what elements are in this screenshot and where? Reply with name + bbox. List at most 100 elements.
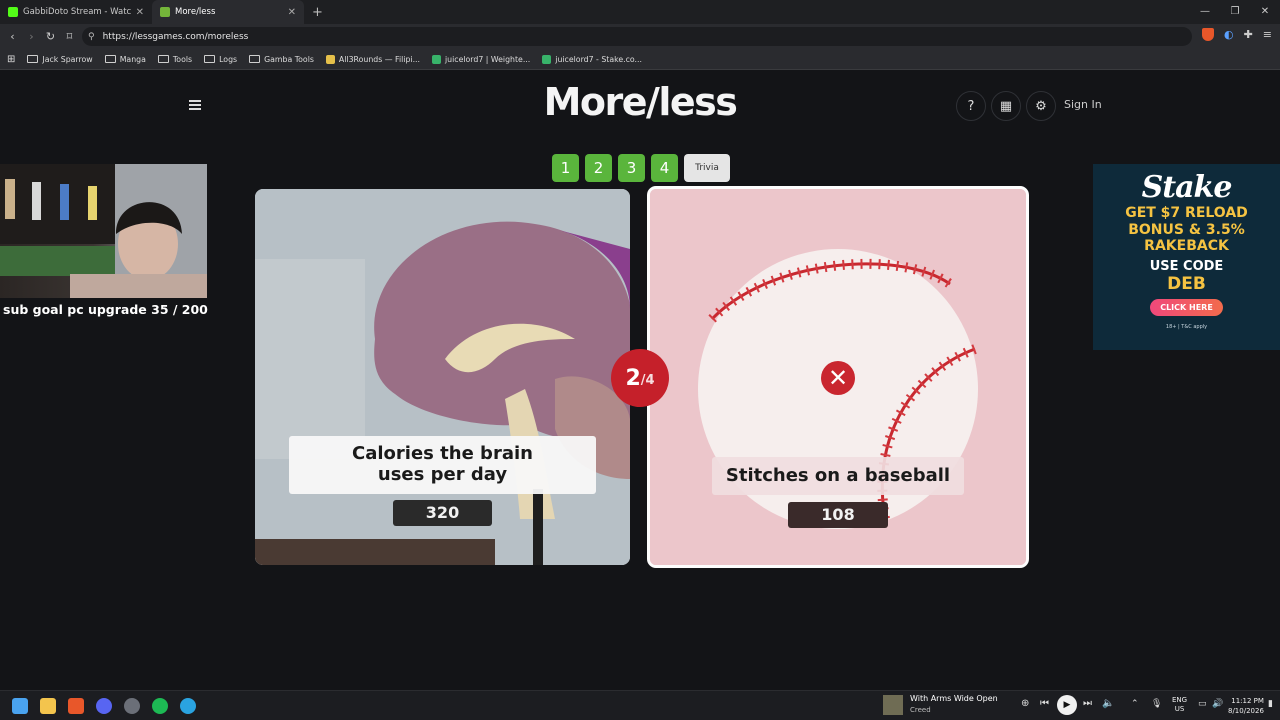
bookmark-label: juicelord7 - Stake.co... xyxy=(555,54,642,64)
region-code: US xyxy=(1174,705,1185,713)
discord-icon[interactable] xyxy=(96,698,112,714)
previous-track-icon[interactable]: ⏮ xyxy=(1040,698,1049,709)
extensions-icon[interactable]: ✚ xyxy=(1244,28,1253,41)
back-arrow-icon[interactable]: ‹ xyxy=(3,30,22,43)
brave-shield-icon[interactable] xyxy=(1201,28,1214,41)
bookmark-icon[interactable]: ⌑ xyxy=(60,30,79,43)
moreless-favicon-icon xyxy=(160,7,170,17)
stand-pole xyxy=(533,489,543,565)
left-card-label-line: uses per day xyxy=(377,464,508,485)
browser-tab-moreless[interactable]: More/less ✕ xyxy=(152,0,304,24)
site-info-icon[interactable]: ⚲ xyxy=(88,32,95,42)
tab-title: GabbiDoto Stream - Watch Live o xyxy=(23,7,131,17)
site-favicon-icon xyxy=(542,54,552,64)
stake-ad-banner[interactable]: Stake GET $7 RELOAD BONUS & 3.5% RAKEBAC… xyxy=(1093,164,1280,350)
play-icon: ▶ xyxy=(1063,700,1071,710)
system-clock[interactable]: 11:12 PM 8/10/2026 xyxy=(1228,696,1264,716)
new-tab-button[interactable]: + xyxy=(312,5,323,20)
gear-icon: ⚙ xyxy=(1035,98,1047,114)
chevron-up-icon[interactable]: ⌃ xyxy=(1131,699,1139,709)
stand-base xyxy=(255,539,495,565)
round-tab-trivia[interactable]: Trivia xyxy=(684,154,730,182)
bookmark-link[interactable]: juicelord7 | Weighte... xyxy=(432,54,530,64)
shelf xyxy=(0,164,115,244)
ad-use-code: USE CODE xyxy=(1149,258,1224,274)
bookmark-folder[interactable]: Jack Sparrow xyxy=(27,54,93,64)
apps-grid-icon[interactable]: ⊞ xyxy=(7,54,15,65)
microphone-icon[interactable]: 🎙 xyxy=(1151,699,1162,709)
bookmark-label: Gamba Tools xyxy=(264,54,314,64)
question-icon: ? xyxy=(967,98,975,114)
url-field[interactable]: ⚲ https://lessgames.com/moreless xyxy=(82,27,1192,46)
spotify-icon[interactable] xyxy=(152,698,168,714)
folder-icon xyxy=(104,55,116,63)
figure xyxy=(32,182,41,220)
forward-arrow-icon[interactable]: › xyxy=(22,30,41,43)
webcam-feed xyxy=(0,164,207,298)
close-window-button[interactable]: ✕ xyxy=(1250,0,1280,24)
ad-fine-print: 18+ | T&C apply xyxy=(1165,323,1208,330)
bookmark-label: All3Rounds — Filipi... xyxy=(338,54,421,64)
folder-icon xyxy=(249,55,261,63)
close-tab-icon[interactable]: ✕ xyxy=(288,7,296,18)
settings-button[interactable]: ⚙ xyxy=(1026,91,1056,121)
bookmark-label: Jack Sparrow xyxy=(42,54,93,64)
folder-icon xyxy=(27,55,39,63)
bookmark-folder[interactable]: Manga xyxy=(104,54,146,64)
extension-icons: ◐ ✚ ≡ xyxy=(1201,28,1272,41)
sign-in-link[interactable]: Sign In xyxy=(1064,98,1102,111)
browser-menu-icon[interactable]: ≡ xyxy=(1263,28,1272,41)
round-tab-1[interactable]: 1 xyxy=(552,154,579,182)
minimize-button[interactable]: — xyxy=(1190,0,1220,24)
round-tab-3[interactable]: 3 xyxy=(618,154,645,182)
brave-browser-icon[interactable] xyxy=(68,698,84,714)
display-icon[interactable]: ▭ xyxy=(1198,699,1207,709)
tab-title: More/less xyxy=(175,7,216,17)
add-to-playlist-icon[interactable]: ⊕ xyxy=(1021,698,1029,709)
bookmark-folder[interactable]: Gamba Tools xyxy=(249,55,314,64)
figure xyxy=(60,184,69,220)
ad-click-here-button[interactable]: CLICK HERE xyxy=(1150,298,1223,316)
bookmark-link[interactable]: All3Rounds — Filipi... xyxy=(325,54,421,64)
ad-line: RAKEBACK xyxy=(1144,238,1229,254)
file-explorer-icon[interactable] xyxy=(40,698,56,714)
calendar-button[interactable]: ▦ xyxy=(991,91,1021,121)
right-card-value: 108 xyxy=(788,502,888,528)
bookmark-folder[interactable]: Tools xyxy=(157,54,193,64)
now-playing-widget[interactable]: With Arms Wide Open Creed xyxy=(883,693,1013,717)
maximize-button[interactable]: ❐ xyxy=(1220,0,1250,24)
left-question-card[interactable]: Calories the brain uses per day 320 xyxy=(255,189,630,565)
help-button[interactable]: ? xyxy=(956,91,986,121)
play-button[interactable]: ▶ xyxy=(1057,695,1077,715)
folder-icon xyxy=(204,55,216,63)
bookmark-label: Tools xyxy=(172,54,193,64)
notification-icon[interactable]: ▮ xyxy=(1268,699,1273,709)
windows-start-icon[interactable] xyxy=(12,698,28,714)
left-card-value: 320 xyxy=(393,500,492,526)
reload-icon[interactable]: ↻ xyxy=(41,30,60,43)
round-tab-2[interactable]: 2 xyxy=(585,154,612,182)
bookmark-label: Manga xyxy=(119,54,146,64)
bookmark-folder[interactable]: Logs xyxy=(204,55,237,64)
album-art xyxy=(883,695,903,715)
ad-promo-code: DEB xyxy=(1167,273,1206,294)
next-track-icon[interactable]: ⏭ xyxy=(1083,698,1092,709)
volume-icon[interactable]: 🔈 xyxy=(1102,698,1114,709)
language-indicator[interactable]: ENG US xyxy=(1172,696,1187,714)
browser-tab-stream[interactable]: GabbiDoto Stream - Watch Live o ✕ xyxy=(0,0,152,24)
telegram-icon[interactable] xyxy=(180,698,196,714)
books xyxy=(0,246,115,276)
stake-logo: Stake xyxy=(1141,170,1233,205)
calendar-icon: ▦ xyxy=(999,98,1013,114)
speaker-icon[interactable]: 🔊 xyxy=(1212,699,1223,709)
site-favicon-icon xyxy=(432,54,442,64)
ad-line: GET $7 RELOAD xyxy=(1125,205,1248,221)
round-tab-4[interactable]: 4 xyxy=(651,154,678,182)
bookmark-link[interactable]: juicelord7 - Stake.co... xyxy=(542,54,642,64)
wallet-icon[interactable]: ◐ xyxy=(1224,28,1234,41)
progress-badge: 2 /4 xyxy=(611,349,669,407)
figure xyxy=(5,179,15,219)
folder-icon xyxy=(157,55,169,63)
close-tab-icon[interactable]: ✕ xyxy=(136,7,144,18)
obs-icon[interactable] xyxy=(124,698,140,714)
